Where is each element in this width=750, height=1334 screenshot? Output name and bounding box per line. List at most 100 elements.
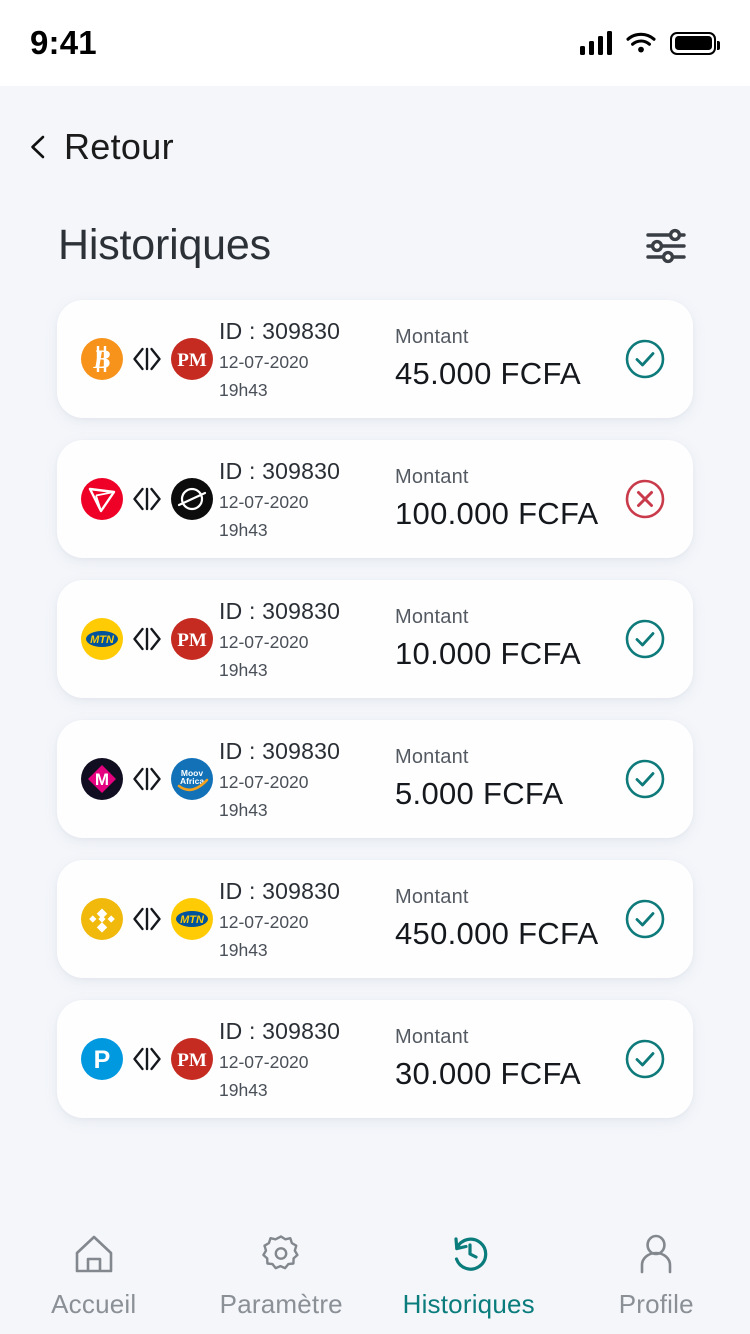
transaction-id: ID : 309830 (219, 597, 341, 624)
transaction-time: 19h43 (219, 940, 268, 961)
svg-text:P: P (94, 1046, 111, 1074)
back-label: Retour (64, 126, 174, 167)
tab-label: Profile (618, 1289, 694, 1319)
table-row[interactable]: ID : 309830 12-07-2020 19h43 Montant 100… (57, 440, 693, 558)
tab-label: Paramètre (219, 1289, 343, 1319)
transfer-logos: P PM (81, 1038, 213, 1080)
transaction-date: 12-07-2020 (219, 1052, 309, 1073)
filter-button[interactable] (642, 226, 690, 266)
transaction-id: ID : 309830 (219, 877, 341, 904)
amount-label: Montant (395, 746, 469, 768)
mtn-logo: MTN (171, 898, 213, 940)
x-circle-icon (625, 479, 665, 519)
transaction-time: 19h43 (219, 380, 268, 401)
amount-block: Montant 5.000 FCFA (381, 746, 623, 812)
amount-value: 100.000 FCFA (395, 496, 599, 531)
amount-block: Montant 100.000 FCFA (381, 466, 623, 532)
transaction-time: 19h43 (219, 520, 268, 541)
transaction-meta: ID : 309830 12-07-2020 19h43 (213, 457, 381, 542)
perfectmoney-logo: PM (171, 1038, 213, 1080)
svg-text:PM: PM (177, 630, 207, 651)
svg-text:B: B (92, 345, 110, 374)
monero-m-logo: M (81, 758, 123, 800)
table-row[interactable]: B PM ID : 309830 12-07-2020 19h43 Montan… (57, 300, 693, 418)
status-badge (623, 617, 667, 661)
transfer-logos: MTN (81, 898, 213, 940)
transaction-date: 12-07-2020 (219, 352, 309, 373)
transaction-id: ID : 309830 (219, 1017, 341, 1044)
perfectmoney-logo: PM (171, 618, 213, 660)
table-row[interactable]: P PM ID : 309830 12-07-2020 19h43 Montan… (57, 1000, 693, 1118)
amount-value: 10.000 FCFA (395, 636, 581, 671)
status-icons (579, 31, 720, 55)
transaction-time: 19h43 (219, 800, 268, 821)
transaction-meta: ID : 309830 12-07-2020 19h43 (213, 877, 381, 962)
amount-value: 450.000 FCFA (395, 916, 599, 951)
chevron-left-icon (31, 135, 45, 159)
transaction-id: ID : 309830 (219, 317, 341, 344)
tab-parametre[interactable]: Paramètre (188, 1228, 376, 1320)
amount-value: 45.000 FCFA (395, 356, 581, 391)
transaction-time: 19h43 (219, 660, 268, 681)
svg-text:PM: PM (177, 1050, 207, 1071)
perfectmoney-logo: PM (171, 338, 213, 380)
transfer-logos: B PM (81, 338, 213, 380)
tab-profile[interactable]: Profile (563, 1228, 750, 1320)
exchange-arrows-icon (133, 627, 161, 651)
table-row[interactable]: MTN ID : 309830 12-07-2020 19h43 Montant… (57, 860, 693, 978)
status-time: 9:41 (30, 24, 97, 61)
svg-text:M: M (95, 770, 109, 789)
exchange-arrows-icon (133, 767, 161, 791)
status-badge (623, 477, 667, 521)
mtn-logo: MTN (81, 618, 123, 660)
transaction-date: 12-07-2020 (219, 632, 309, 653)
amount-label: Montant (395, 466, 469, 488)
status-bar: 9:41 (0, 0, 750, 86)
amount-block: Montant 30.000 FCFA (381, 1026, 623, 1092)
exchange-arrows-icon (133, 487, 161, 511)
table-row[interactable]: M Moov Africa ID : 309830 12-07-2020 19h4… (57, 720, 693, 838)
transaction-time: 19h43 (219, 1080, 268, 1101)
transfer-logos: MTN PM (81, 618, 213, 660)
amount-block: Montant 45.000 FCFA (381, 326, 623, 392)
check-circle-icon (625, 619, 665, 659)
status-badge (623, 1037, 667, 1081)
amount-block: Montant 10.000 FCFA (381, 606, 623, 672)
home-icon (68, 1228, 120, 1280)
svg-text:MTN: MTN (180, 914, 205, 926)
person-icon (630, 1228, 682, 1280)
transaction-meta: ID : 309830 12-07-2020 19h43 (213, 737, 381, 822)
bottom-tab-bar: Accueil Paramètre Historiques Profile (0, 1214, 750, 1334)
transaction-meta: ID : 309830 12-07-2020 19h43 (213, 317, 381, 402)
transaction-date: 12-07-2020 (219, 912, 309, 933)
tab-accueil[interactable]: Accueil (0, 1228, 188, 1320)
bitcoin-logo: B (81, 338, 123, 380)
transfer-logos: M Moov Africa (81, 758, 213, 800)
check-circle-icon (625, 1039, 665, 1079)
amount-label: Montant (395, 606, 469, 628)
amount-block: Montant 450.000 FCFA (381, 886, 623, 952)
check-circle-icon (625, 899, 665, 939)
wifi-icon (626, 32, 656, 53)
transaction-id: ID : 309830 (219, 737, 341, 764)
transaction-meta: ID : 309830 12-07-2020 19h43 (213, 1017, 381, 1102)
check-circle-icon (625, 339, 665, 379)
history-clock-icon (443, 1228, 495, 1280)
tab-historiques[interactable]: Historiques (375, 1228, 563, 1320)
page-header: Historiques (0, 168, 750, 270)
tron-logo (81, 478, 123, 520)
transaction-list: B PM ID : 309830 12-07-2020 19h43 Montan… (0, 270, 750, 1118)
transaction-id: ID : 309830 (219, 457, 341, 484)
app-screen: 9:41 Retour Historiques B PM ID: 309830… (0, 0, 750, 1334)
amount-label: Montant (395, 1026, 469, 1048)
table-row[interactable]: MTN PM ID : 309830 12-07-2020 19h43 Mont… (57, 580, 693, 698)
transfer-logos (81, 478, 213, 520)
transaction-date: 12-07-2020 (219, 492, 309, 513)
status-badge (623, 757, 667, 801)
binance-logo (81, 898, 123, 940)
back-button[interactable]: Retour (0, 86, 750, 168)
status-badge (623, 337, 667, 381)
exchange-arrows-icon (133, 1047, 161, 1071)
transaction-date: 12-07-2020 (219, 772, 309, 793)
check-circle-icon (625, 759, 665, 799)
